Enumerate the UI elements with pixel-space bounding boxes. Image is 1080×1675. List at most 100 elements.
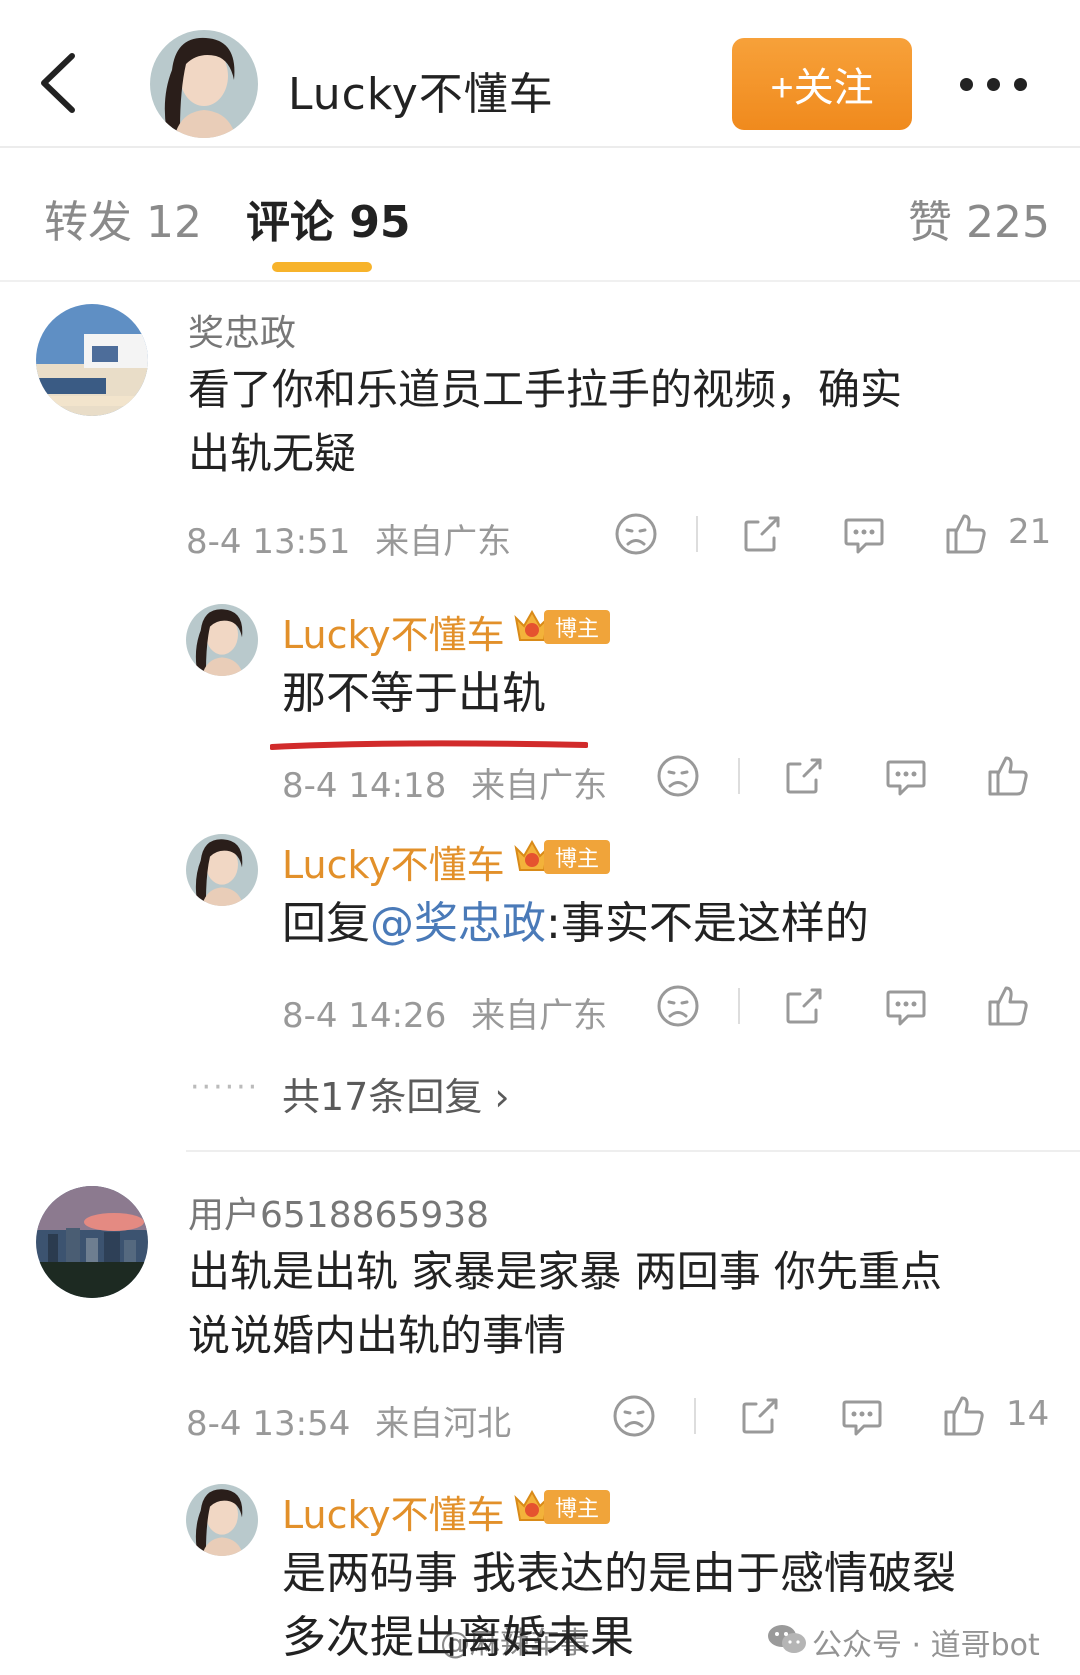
mention-link[interactable]: @奖忠政 bbox=[370, 898, 546, 949]
top-bar: Lucky不懂车 +关注 bbox=[0, 0, 1080, 148]
more-options-button[interactable] bbox=[960, 64, 1034, 104]
back-button[interactable] bbox=[34, 48, 84, 118]
view-all-replies-link[interactable]: 共17条回复 › bbox=[282, 1066, 510, 1121]
author-name[interactable]: Lucky不懂车 bbox=[288, 58, 554, 122]
author-avatar[interactable] bbox=[150, 30, 258, 138]
reply-button[interactable] bbox=[884, 754, 928, 798]
commenter-name[interactable]: 奖忠政 bbox=[188, 304, 296, 356]
reply-actions bbox=[656, 754, 1036, 804]
wechat-icon bbox=[768, 1625, 806, 1653]
share-icon bbox=[744, 516, 780, 552]
blogger-name[interactable]: Lucky不懂车 bbox=[282, 1484, 505, 1539]
thumbs-up-icon bbox=[988, 756, 1028, 796]
comment-text: 出轨是出轨 家暴是家暴 两回事 你先重点 bbox=[188, 1247, 943, 1296]
back-arrow-icon bbox=[41, 53, 75, 113]
reply-timestamp: 8-4 14:26 bbox=[282, 996, 447, 1036]
divider bbox=[694, 1398, 696, 1434]
blogger-avatar[interactable] bbox=[186, 1484, 258, 1556]
comment-timestamp: 8-4 13:54 bbox=[186, 1404, 351, 1444]
reply-text: 回复@奖忠政:事实不是这样的 bbox=[282, 892, 869, 956]
reply-time: 8-4 14:18 来自广东 bbox=[282, 758, 607, 807]
dot-icon bbox=[960, 77, 973, 91]
comment-bubble-icon bbox=[886, 990, 926, 1026]
blogger-name[interactable]: Lucky不懂车 bbox=[282, 834, 505, 889]
frown-face-icon bbox=[613, 1395, 655, 1437]
thread-dots: ······ bbox=[190, 1070, 260, 1105]
thumbs-up-icon bbox=[946, 514, 986, 554]
blogger-avatar[interactable] bbox=[186, 834, 258, 906]
blogger-badge-label: 博主 bbox=[544, 840, 610, 874]
blogger-badge-label: 博主 bbox=[544, 610, 610, 644]
divider bbox=[738, 988, 740, 1024]
like-button[interactable] bbox=[942, 1394, 986, 1438]
share-icon bbox=[786, 758, 822, 794]
blogger-name[interactable]: Lucky不懂车 bbox=[282, 604, 505, 659]
reply-location: 来自广东 bbox=[471, 996, 608, 1036]
like-button[interactable] bbox=[986, 754, 1030, 798]
like-count: 14 bbox=[1006, 1394, 1050, 1434]
dislike-button[interactable] bbox=[656, 754, 700, 798]
tab-likes[interactable]: 赞 225 bbox=[908, 186, 1050, 250]
dislike-button[interactable] bbox=[656, 984, 700, 1028]
active-tab-indicator bbox=[272, 262, 372, 272]
share-button[interactable] bbox=[782, 754, 826, 798]
commenter-avatar[interactable] bbox=[36, 1186, 148, 1298]
reply-location: 来自广东 bbox=[471, 766, 608, 806]
comment-bubble-icon bbox=[844, 518, 884, 554]
comment-separator bbox=[186, 1150, 1080, 1152]
tab-bar: 转发 12 评论 95 赞 225 bbox=[0, 150, 1080, 282]
reply-button[interactable] bbox=[840, 1394, 884, 1438]
thumbs-up-icon bbox=[944, 1396, 984, 1436]
reply-prefix: 回复 bbox=[282, 898, 370, 949]
blogger-badge: 博主 bbox=[512, 606, 612, 646]
comment-text: 看了你和乐道员工手拉手的视频，确实 bbox=[188, 365, 903, 414]
share-icon bbox=[742, 1398, 778, 1434]
dislike-button[interactable] bbox=[612, 1394, 656, 1438]
like-button[interactable] bbox=[986, 984, 1030, 1028]
blogger-avatar[interactable] bbox=[186, 604, 258, 676]
share-icon bbox=[786, 988, 822, 1024]
share-button[interactable] bbox=[738, 1394, 782, 1438]
blogger-badge: 博主 bbox=[512, 1486, 612, 1526]
like-count: 21 bbox=[1008, 512, 1052, 552]
divider bbox=[738, 758, 740, 794]
blogger-badge: 博主 bbox=[512, 836, 612, 876]
dot-icon bbox=[1014, 77, 1027, 91]
comment-location: 来自河北 bbox=[375, 1404, 512, 1444]
reply-text: 那不等于出轨 bbox=[282, 668, 546, 719]
comment-bubble-icon bbox=[842, 1400, 882, 1436]
reply-actions bbox=[656, 984, 1036, 1034]
share-button[interactable] bbox=[740, 512, 784, 556]
comment-location: 来自广东 bbox=[375, 522, 512, 562]
like-button[interactable] bbox=[944, 512, 988, 556]
reply-button[interactable] bbox=[884, 984, 928, 1028]
comment-time: 8-4 13:54 来自河北 bbox=[186, 1396, 511, 1445]
tab-comments[interactable]: 评论 95 bbox=[246, 186, 411, 250]
comment-actions: 21 bbox=[614, 512, 1054, 562]
follow-button[interactable]: +关注 bbox=[732, 38, 912, 130]
wechat-watermark: 公众号 · 道哥bot bbox=[812, 1628, 1040, 1663]
reply-button[interactable] bbox=[842, 512, 886, 556]
frown-face-icon bbox=[657, 755, 699, 797]
reply-time: 8-4 14:26 来自广东 bbox=[282, 988, 607, 1037]
comment-text: 出轨无疑 bbox=[188, 429, 357, 478]
weibo-watermark: @麻辣车事 bbox=[440, 1626, 590, 1661]
comment-bubble-icon bbox=[886, 760, 926, 796]
reply-timestamp: 8-4 14:18 bbox=[282, 766, 447, 806]
comment-text: 说说婚内出轨的事情 bbox=[188, 1311, 567, 1360]
reply-text: 是两码事 我表达的是由于感情破裂 bbox=[282, 1548, 956, 1599]
reply-body: :事实不是这样的 bbox=[546, 898, 869, 949]
dot-icon bbox=[987, 77, 1000, 91]
comment-timestamp: 8-4 13:51 bbox=[186, 522, 351, 562]
commenter-name[interactable]: 用户6518865938 bbox=[188, 1186, 489, 1238]
share-button[interactable] bbox=[782, 984, 826, 1028]
blogger-badge-label: 博主 bbox=[544, 1490, 610, 1524]
frown-face-icon bbox=[615, 513, 657, 555]
tab-reposts[interactable]: 转发 12 bbox=[44, 186, 202, 250]
divider bbox=[696, 516, 698, 552]
thumbs-up-icon bbox=[988, 986, 1028, 1026]
comment-actions: 14 bbox=[612, 1394, 1052, 1444]
dislike-button[interactable] bbox=[614, 512, 658, 556]
commenter-avatar[interactable] bbox=[36, 304, 148, 416]
comment-time: 8-4 13:51 来自广东 bbox=[186, 514, 511, 563]
